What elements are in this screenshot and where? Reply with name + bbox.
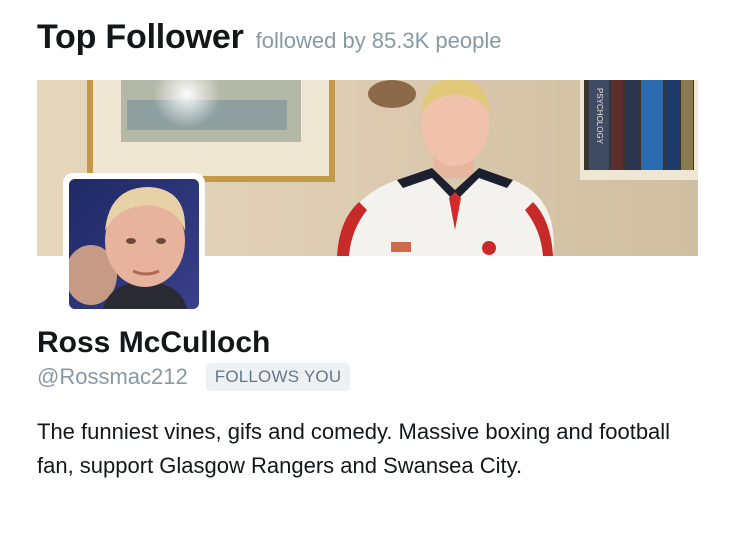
- handle-row: @Rossmac212 FOLLOWS YOU: [37, 363, 351, 391]
- page-title: Top Follower: [37, 18, 244, 56]
- profile-name[interactable]: Ross McCulloch: [37, 326, 270, 360]
- book-spine-text: PSYCHOLOGY: [595, 88, 604, 145]
- follows-you-badge: FOLLOWS YOU: [205, 363, 351, 391]
- avatar-photo: [69, 179, 199, 309]
- profile-handle[interactable]: @Rossmac212: [37, 364, 188, 390]
- header: Top Follower followed by 85.3K people: [37, 18, 501, 57]
- avatar[interactable]: [63, 173, 205, 315]
- profile-bio: The funniest vines, gifs and comedy. Mas…: [37, 419, 671, 478]
- follower-count-subtitle: followed by 85.3K people: [255, 28, 502, 53]
